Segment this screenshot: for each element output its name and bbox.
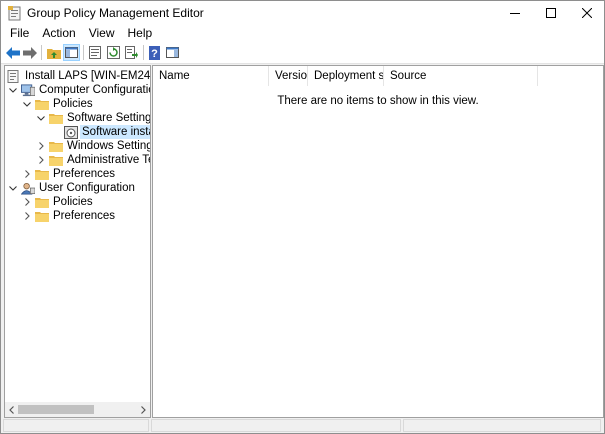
close-button[interactable] <box>568 1 604 25</box>
toolbar-separator <box>143 45 144 60</box>
chevron-right-icon[interactable] <box>22 195 32 209</box>
tree-node-user-configuration[interactable]: User Configuration <box>8 181 135 195</box>
properties-icon <box>88 46 101 59</box>
window-title: Group Policy Management Editor <box>27 6 204 20</box>
menu-help[interactable]: Help <box>128 25 153 42</box>
status-cell <box>3 419 149 432</box>
tree-node-uc-preferences[interactable]: Preferences <box>22 209 115 223</box>
computer-icon <box>21 83 35 97</box>
tree-node-label: Preferences <box>53 168 116 180</box>
svg-text:?: ? <box>151 48 158 60</box>
menu-file[interactable]: File <box>10 25 29 42</box>
console-tree-pane[interactable]: Install LAPS [WIN-EM24CBUMVAS Computer C… <box>4 65 151 418</box>
folder-icon <box>49 140 63 153</box>
maximize-icon <box>546 8 556 18</box>
window: Group Policy Management Editor File Acti… <box>0 0 605 434</box>
tree-node-label: Software Settings <box>67 112 150 124</box>
minimize-icon <box>510 13 520 14</box>
export-list-icon <box>125 46 138 59</box>
empty-list-message: There are no items to show in this view. <box>277 95 479 107</box>
up-folder-icon <box>46 48 61 59</box>
column-header-version[interactable]: Version <box>269 66 308 86</box>
tree-node-uc-policies[interactable]: Policies <box>22 195 93 209</box>
tree-horizontal-scrollbar[interactable] <box>5 402 150 417</box>
show-action-pane-button[interactable] <box>164 44 181 61</box>
show-hide-tree-button[interactable] <box>63 44 80 61</box>
tree-node-software-settings[interactable]: Software Settings <box>36 111 150 125</box>
minimize-button[interactable] <box>496 1 534 25</box>
chevron-down-icon[interactable] <box>36 111 46 125</box>
up-one-level-button[interactable] <box>45 44 62 61</box>
menu-bar: File Action View Help <box>1 25 604 42</box>
tree-node-label: Policies <box>53 98 93 110</box>
status-bar <box>1 418 604 433</box>
gpo-document-icon <box>7 69 21 83</box>
folder-icon <box>35 210 49 223</box>
menu-view[interactable]: View <box>89 25 115 42</box>
console-tree: Install LAPS [WIN-EM24CBUMVAS Computer C… <box>5 66 150 402</box>
tree-node-label: Policies <box>53 196 93 208</box>
help-icon: ? <box>148 45 160 60</box>
chevron-right-icon[interactable] <box>36 153 46 167</box>
close-icon <box>582 8 592 18</box>
chevron-right-icon[interactable] <box>22 209 32 223</box>
forward-arrow-icon <box>22 46 37 59</box>
scroll-left-button[interactable] <box>5 402 18 417</box>
chevron-down-icon[interactable] <box>8 181 18 195</box>
refresh-button[interactable] <box>105 44 122 61</box>
tree-node-administrative-templates[interactable]: Administrative Templa <box>36 153 150 167</box>
tree-node-label: User Configuration <box>39 182 135 194</box>
tree-node-label: Computer Configuration <box>39 84 150 96</box>
column-header-deployment-state[interactable]: Deployment sta... <box>308 66 384 86</box>
show-hide-tree-icon <box>65 47 78 58</box>
show-action-pane-icon <box>166 47 179 58</box>
tree-node-cc-policies[interactable]: Policies <box>22 97 93 111</box>
folder-icon <box>49 154 63 167</box>
tree-node-computer-configuration[interactable]: Computer Configuration <box>8 83 150 97</box>
refresh-icon <box>107 46 120 59</box>
menu-action[interactable]: Action <box>42 25 75 42</box>
status-cell <box>403 419 601 432</box>
properties-button[interactable] <box>86 44 103 61</box>
forward-button[interactable] <box>21 44 38 61</box>
toolbar-separator <box>83 45 84 60</box>
chevron-right-icon <box>141 405 146 414</box>
folder-icon <box>49 112 63 125</box>
tree-node-label: Install LAPS [WIN-EM24CBUMVAS <box>25 70 150 82</box>
folder-icon <box>35 98 49 111</box>
tree-node-cc-preferences[interactable]: Preferences <box>22 167 115 181</box>
tree-node-label: Software installati <box>80 125 150 139</box>
chevron-left-icon <box>9 405 14 414</box>
column-header-name[interactable]: Name <box>153 66 269 86</box>
tree-node-label: Administrative Templa <box>67 154 150 166</box>
result-list-pane[interactable]: Name Version Deployment sta... Source Th… <box>152 65 604 418</box>
scroll-right-button[interactable] <box>137 402 150 417</box>
folder-icon <box>35 196 49 209</box>
chevron-down-icon[interactable] <box>22 97 32 111</box>
maximize-button[interactable] <box>532 1 570 25</box>
folder-icon <box>35 168 49 181</box>
title-bar[interactable]: Group Policy Management Editor <box>1 1 604 25</box>
chevron-right-icon[interactable] <box>36 139 46 153</box>
help-button[interactable]: ? <box>146 44 163 61</box>
export-list-button[interactable] <box>123 44 140 61</box>
tree-node-label: Preferences <box>53 210 116 222</box>
tree-node-windows-settings[interactable]: Windows Settings <box>36 139 150 153</box>
back-arrow-icon <box>5 46 20 59</box>
toolbar-separator <box>41 45 42 60</box>
toolbar: ? <box>1 42 604 64</box>
back-button[interactable] <box>4 44 21 61</box>
chevron-right-icon[interactable] <box>22 167 32 181</box>
column-header-source[interactable]: Source <box>384 66 538 86</box>
tree-node-label: Windows Settings <box>67 140 150 152</box>
chevron-down-icon[interactable] <box>8 83 18 97</box>
status-cell <box>151 419 401 432</box>
user-icon <box>21 182 35 195</box>
software-installation-icon <box>64 125 78 139</box>
list-header: Name Version Deployment sta... Source <box>153 66 603 86</box>
tree-node-root[interactable]: Install LAPS [WIN-EM24CBUMVAS <box>7 69 150 83</box>
scrollbar-thumb[interactable] <box>18 405 94 414</box>
tree-node-software-installation[interactable]: Software installati <box>64 125 150 139</box>
gpo-editor-icon <box>8 6 22 21</box>
